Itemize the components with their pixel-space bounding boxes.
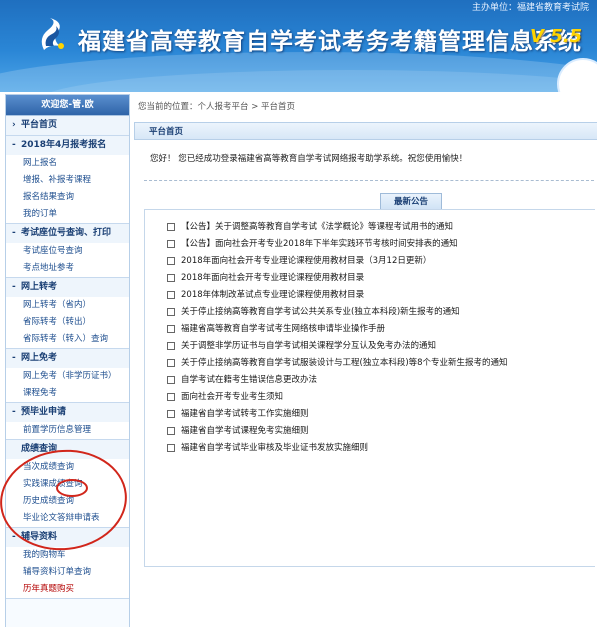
breadcrumb: 您当前的位置：个人报考平台 > 平台首页: [138, 102, 296, 112]
annotation-circle-small: [56, 479, 88, 497]
notice-item[interactable]: 2018年体制改革试点专业理论课程使用教材目录: [167, 287, 587, 304]
square-bullet-icon: [167, 290, 175, 299]
notice-item[interactable]: 【公告】关于调整高等教育自学考试《法学概论》等课程考试用书的通知: [167, 219, 587, 236]
sidebar-head-seat[interactable]: - 考试座位号查询、打印: [6, 224, 129, 243]
notice-item[interactable]: 2018年面向社会开考专业理论课程使用教材目录（3月12日更新）: [167, 253, 587, 270]
notice-item[interactable]: 福建省自学考试毕业审核及毕业证书发放实施细则: [167, 440, 587, 457]
sidebar-head-exemption[interactable]: - 网上免考: [6, 349, 129, 368]
square-bullet-icon: [167, 358, 175, 367]
square-bullet-icon: [167, 307, 175, 316]
square-bullet-icon: [167, 375, 175, 384]
logo-icon: [41, 18, 64, 50]
square-bullet-icon: [167, 409, 175, 418]
header-decoration: [557, 58, 597, 92]
square-bullet-icon: [167, 392, 175, 401]
square-bullet-icon: [167, 324, 175, 333]
sidebar-welcome: 欢迎您-管.欧: [6, 95, 129, 116]
sidebar-head-registration[interactable]: -2018年4月报考报名: [6, 136, 129, 155]
sidebar-item-past-papers[interactable]: 历年真题购买: [6, 581, 129, 598]
sidebar-head-home[interactable]: › 平台首页: [6, 116, 129, 135]
sidebar-head-graduation[interactable]: - 预毕业申请: [6, 403, 129, 422]
page-tab-bar: 平台首页: [134, 122, 597, 140]
notice-item[interactable]: 自学考试在籍考生错误信息更改办法: [167, 372, 587, 389]
tab-home[interactable]: 平台首页: [149, 125, 183, 137]
notice-item[interactable]: 【公告】面向社会开考专业2018年下半年实践环节考核时间安排表的通知: [167, 236, 587, 253]
sidebar-item-course-exemption[interactable]: 课程免考: [6, 385, 129, 402]
notice-item[interactable]: 关于调整非学历证书与自学考试相关课程学分互认及免考办法的通知: [167, 338, 587, 355]
sidebar-item-my-orders[interactable]: 我的订单: [6, 206, 129, 223]
notice-item[interactable]: 面向社会开考专业考生须知: [167, 389, 587, 406]
sidebar-group-transfer: - 网上转考 网上转考（省内） 省际转考（转出） 省际转考（转入）查询: [6, 278, 129, 349]
notice-item[interactable]: 福建省自学考试课程免考实施细则: [167, 423, 587, 440]
square-bullet-icon: [167, 222, 175, 231]
header-banner: 主办单位：福建省教育考试院 福建省高等教育自学考试考务考籍管理信息系统 V 5.…: [0, 0, 597, 92]
minus-icon: -: [12, 407, 16, 417]
sidebar-item-transfer-out[interactable]: 省际转考（转出）: [6, 314, 129, 331]
sponsor-text: 主办单位：福建省教育考试院: [471, 3, 589, 13]
sidebar-item-transfer-in-query[interactable]: 省际转考（转入）查询: [6, 331, 129, 348]
notice-item[interactable]: 福建省高等教育自学考试考生网络核申请毕业操作手册: [167, 321, 587, 338]
notice-item[interactable]: 2018年面向社会开考专业理论课程使用教材目录: [167, 270, 587, 287]
sidebar-group-graduation: - 预毕业申请 前置学历信息管理: [6, 403, 129, 440]
minus-icon: -: [12, 282, 16, 292]
sidebar-item-add-courses[interactable]: 增报、补报考课程: [6, 172, 129, 189]
square-bullet-icon: [167, 273, 175, 282]
notice-item[interactable]: 关于停止接纳高等教育自学考试公共关系专业(独立本科段)新生报考的通知: [167, 304, 587, 321]
sidebar-group-home: › 平台首页: [6, 116, 129, 136]
square-bullet-icon: [167, 256, 175, 265]
sidebar-head-transfer[interactable]: - 网上转考: [6, 278, 129, 297]
notice-item[interactable]: 福建省自学考试转考工作实施细则: [167, 406, 587, 423]
minus-icon: -: [12, 228, 16, 238]
sidebar-item-prior-education[interactable]: 前置学历信息管理: [6, 422, 129, 439]
system-title: 福建省高等教育自学考试考务考籍管理信息系统: [78, 28, 582, 55]
minus-icon: -: [12, 140, 16, 150]
sidebar-item-transfer-in-province[interactable]: 网上转考（省内）: [6, 297, 129, 314]
version-label: V 5.5: [530, 26, 583, 47]
sidebar-group-registration: -2018年4月报考报名 网上报名 增报、补报考课程 报名结果查询 我的订单: [6, 136, 129, 224]
notice-list: 【公告】关于调整高等教育自学考试《法学概论》等课程考试用书的通知 【公告】面向社…: [167, 219, 587, 457]
sidebar-group-seat: - 考试座位号查询、打印 考试座位号查询 考点地址参考: [6, 224, 129, 278]
square-bullet-icon: [167, 341, 175, 350]
main-content: 您当前的位置：个人报考平台 > 平台首页 平台首页 您好！ 您已经成功登录福建省…: [134, 96, 597, 626]
sidebar-item-registration-results[interactable]: 报名结果查询: [6, 189, 129, 206]
divider: [144, 180, 594, 181]
notice-box: 【公告】关于调整高等教育自学考试《法学概论》等课程考试用书的通知 【公告】面向社…: [144, 209, 595, 567]
notice-item[interactable]: 关于停止接纳高等教育自学考试服装设计与工程(独立本科段)等8个专业新生报考的通知: [167, 355, 587, 372]
arrow-right-icon: ›: [12, 120, 16, 130]
square-bullet-icon: [167, 426, 175, 435]
square-bullet-icon: [167, 443, 175, 452]
welcome-message: 您好！ 您已经成功登录福建省高等教育自学考试网络报考助学系统。祝您使用愉快！: [150, 154, 468, 164]
sidebar-item-online-registration[interactable]: 网上报名: [6, 155, 129, 172]
sidebar-group-exemption: - 网上免考 网上免考（非学历证书） 课程免考: [6, 349, 129, 403]
minus-icon: -: [12, 353, 16, 363]
sidebar-item-exemption-certificate[interactable]: 网上免考（非学历证书）: [6, 368, 129, 385]
sidebar-item-venue-address[interactable]: 考点地址参考: [6, 260, 129, 277]
square-bullet-icon: [167, 239, 175, 248]
sidebar-item-seat-query[interactable]: 考试座位号查询: [6, 243, 129, 260]
sidebar-item-material-orders[interactable]: 辅导资料订单查询: [6, 564, 129, 581]
